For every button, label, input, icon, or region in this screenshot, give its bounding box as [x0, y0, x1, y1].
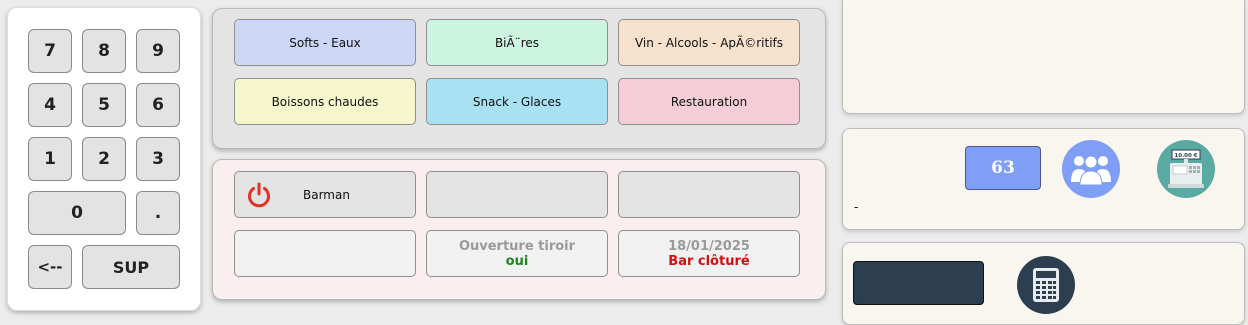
key-7[interactable]: 7	[28, 29, 72, 73]
key-backspace[interactable]: <--	[28, 245, 72, 289]
category-bieres[interactable]: BiÃ¨res	[426, 19, 608, 66]
barman-button[interactable]: Barman	[234, 171, 416, 218]
bar-status-label: Bar clôturé	[668, 253, 750, 269]
info-panel: 63 10.00 € -	[842, 128, 1245, 230]
category-restauration[interactable]: Restauration	[618, 78, 800, 125]
dash-text: -	[854, 200, 859, 214]
svg-text:10.00 €: 10.00 €	[1174, 153, 1197, 159]
key-0[interactable]: 0	[28, 191, 126, 235]
key-3[interactable]: 3	[136, 137, 180, 181]
function-empty-1[interactable]	[426, 171, 608, 218]
numeric-keypad: 7 8 9 4 5 6 1 2 3 0 . <-- SUP	[7, 7, 201, 311]
drawer-open-button[interactable]: Ouverture tiroir oui	[426, 230, 608, 277]
amount-display	[853, 261, 984, 305]
key-8[interactable]: 8	[82, 29, 126, 73]
key-1[interactable]: 1	[28, 137, 72, 181]
counter-badge[interactable]: 63	[965, 146, 1041, 190]
category-panel: Softs - Eaux BiÃ¨res Vin - Alcools - ApÃ…	[212, 8, 826, 149]
function-empty-3[interactable]	[234, 230, 416, 277]
key-decimal[interactable]: .	[136, 191, 180, 235]
power-icon	[245, 181, 273, 209]
category-softs-eaux[interactable]: Softs - Eaux	[234, 19, 416, 66]
category-snack-glaces[interactable]: Snack - Glaces	[426, 78, 608, 125]
drawer-value: oui	[505, 253, 529, 269]
date-label: 18/01/2025	[668, 238, 750, 254]
barman-label: Barman	[303, 187, 350, 202]
key-6[interactable]: 6	[136, 83, 180, 127]
key-sup[interactable]: SUP	[82, 245, 180, 289]
drawer-title: Ouverture tiroir	[458, 238, 576, 254]
category-boissons-chaudes[interactable]: Boissons chaudes	[234, 78, 416, 125]
category-vin-alcools-aperitifs[interactable]: Vin - Alcools - ApÃ©ritifs	[618, 19, 800, 66]
ticket-panel	[842, 0, 1245, 114]
key-2[interactable]: 2	[82, 137, 126, 181]
bar-status-button[interactable]: 18/01/2025 Bar clôturé	[618, 230, 800, 277]
key-5[interactable]: 5	[82, 83, 126, 127]
key-4[interactable]: 4	[28, 83, 72, 127]
function-empty-2[interactable]	[618, 171, 800, 218]
users-icon[interactable]	[1062, 140, 1120, 198]
function-panel: Barman Ouverture tiroir oui 18/01/2025 B…	[212, 159, 826, 300]
display-panel	[842, 242, 1245, 325]
cash-register-icon[interactable]: 10.00 €	[1157, 140, 1215, 198]
key-9[interactable]: 9	[136, 29, 180, 73]
calculator-icon[interactable]	[1017, 256, 1075, 314]
